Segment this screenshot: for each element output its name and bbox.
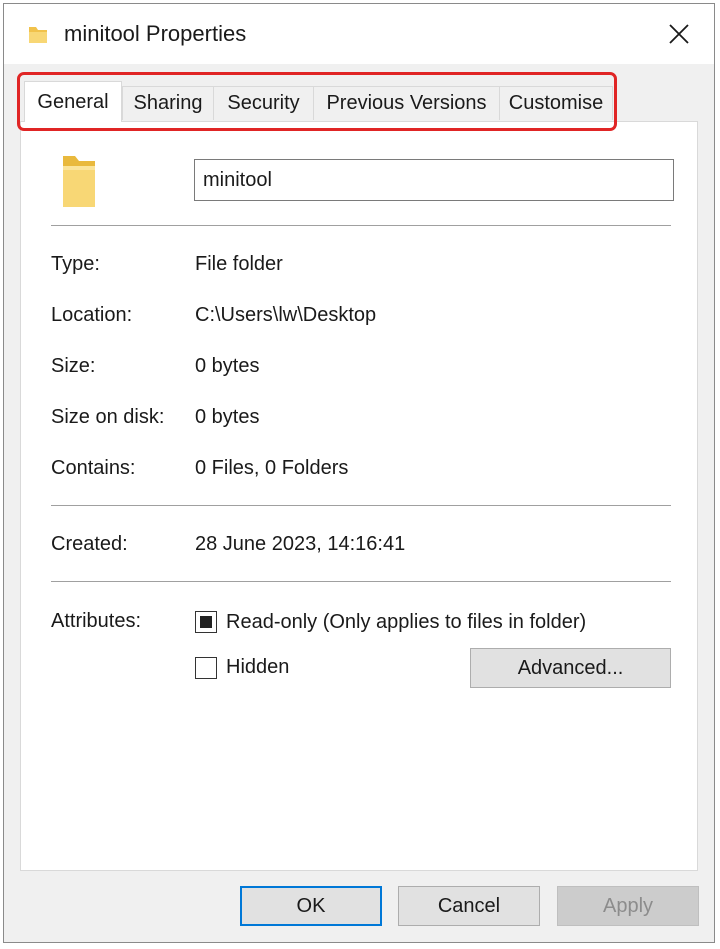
- folder-icon: [63, 156, 95, 207]
- ok-button-label: OK: [296, 894, 326, 917]
- cancel-button-label: Cancel: [437, 894, 501, 917]
- title-bar: minitool Properties: [4, 4, 714, 64]
- apply-button-label: Apply: [602, 894, 654, 917]
- type-label: Type:: [51, 253, 100, 275]
- close-icon: [669, 24, 689, 44]
- created-value: 28 June 2023, 14:16:41: [195, 533, 406, 555]
- attributes-label: Attributes:: [51, 610, 142, 632]
- size-label: Size:: [51, 355, 96, 377]
- folder-name-input[interactable]: [194, 159, 674, 201]
- created-label: Created:: [51, 533, 128, 555]
- contains-value: 0 Files, 0 Folders: [195, 457, 349, 479]
- separator: [51, 225, 671, 226]
- window-title: minitool Properties: [64, 21, 247, 46]
- properties-window: minitool Properties General Sharing Secu…: [3, 3, 715, 943]
- tab-label: Sharing: [133, 92, 203, 114]
- folder-icon: [29, 27, 47, 43]
- separator: [51, 581, 671, 582]
- tab-label: Customise: [508, 92, 604, 114]
- type-value: File folder: [195, 253, 283, 275]
- apply-button[interactable]: Apply: [557, 886, 699, 926]
- location-value: C:\Users\lw\Desktop: [195, 304, 377, 326]
- hidden-checkbox[interactable]: [195, 657, 217, 679]
- tab-sharing[interactable]: Sharing: [122, 86, 214, 120]
- tab-security[interactable]: Security: [213, 86, 314, 120]
- general-tab-panel: Type: File folder Location: C:\Users\lw\…: [20, 121, 698, 871]
- tab-customise[interactable]: Customise: [499, 86, 613, 120]
- tab-label: General: [37, 90, 109, 113]
- separator: [51, 505, 671, 506]
- advanced-button-label: Advanced...: [517, 656, 624, 679]
- contains-label: Contains:: [51, 457, 136, 479]
- readonly-checkbox[interactable]: [195, 611, 217, 633]
- close-button[interactable]: [654, 14, 704, 54]
- cancel-button[interactable]: Cancel: [398, 886, 540, 926]
- readonly-label[interactable]: Read-only (Only applies to files in fold…: [226, 611, 586, 634]
- location-label: Location:: [51, 304, 133, 326]
- size-on-disk-value: 0 bytes: [195, 406, 260, 428]
- advanced-button[interactable]: Advanced...: [470, 648, 671, 688]
- size-on-disk-label: Size on disk:: [51, 406, 165, 428]
- tab-general[interactable]: General: [24, 81, 122, 122]
- hidden-label[interactable]: Hidden: [226, 656, 289, 679]
- size-value: 0 bytes: [195, 355, 260, 377]
- tab-label: Security: [227, 92, 300, 114]
- ok-button[interactable]: OK: [240, 886, 382, 926]
- tab-previous-versions[interactable]: Previous Versions: [313, 86, 500, 120]
- tab-label: Previous Versions: [326, 92, 487, 114]
